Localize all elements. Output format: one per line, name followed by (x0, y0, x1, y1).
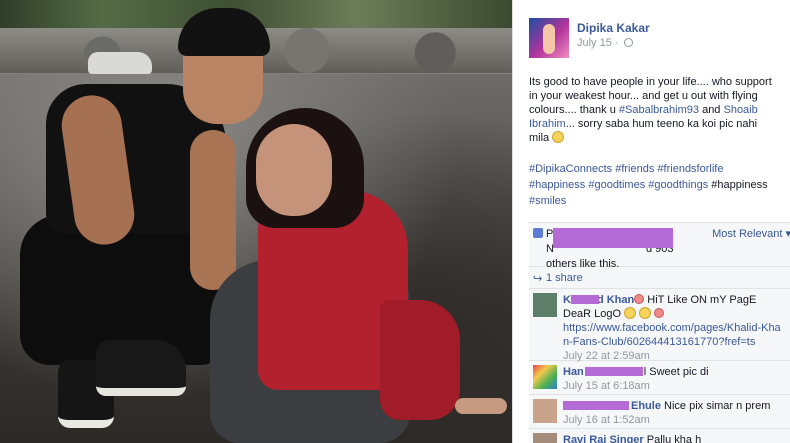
post-meta: July 15 · (577, 37, 633, 49)
shares-count[interactable]: 1 share (546, 272, 583, 284)
photo-woman-shirt-flap (380, 300, 460, 420)
commenter-avatar[interactable] (533, 399, 557, 423)
author-name[interactable]: Dipika Kakar (577, 21, 650, 35)
commenter-avatar[interactable] (533, 433, 557, 443)
hashtag-link[interactable]: #goodtimes (588, 179, 645, 191)
comment-text: l Sweet pic di (643, 366, 709, 378)
post-photo[interactable] (0, 0, 512, 443)
post-date[interactable]: July 15 · (577, 37, 619, 49)
redaction-block (585, 367, 643, 376)
shares-summary[interactable]: ↪ 1 share (529, 267, 790, 289)
comment-link[interactable]: https://www.facebook.com/pages/Khalid-Kh… (563, 322, 781, 348)
hashtag-link[interactable]: #happiness (529, 179, 585, 191)
hashtag-text: #happiness (711, 179, 768, 191)
photo-shoe-right (96, 340, 186, 396)
photo-man-arm-right (190, 130, 236, 290)
post-header: Dipika Kakar July 15 · (529, 18, 783, 58)
commenter-avatar[interactable] (533, 293, 557, 317)
like-thumb-icon (533, 228, 543, 238)
redaction-block (563, 401, 629, 410)
author-avatar[interactable] (529, 18, 569, 58)
hashtag-link[interactable]: #friends (615, 163, 654, 175)
photo-woman-hand (455, 398, 507, 414)
hashtag-link[interactable]: #friendsforlife (657, 163, 723, 175)
comment-text: Nice pix simar n prem (660, 400, 771, 412)
post-hashtags: #DipikaConnects #friends #friendsforlife… (529, 161, 779, 209)
smiley-emoji-icon (552, 131, 565, 143)
share-icon: ↪ (533, 273, 543, 285)
comment-timestamp[interactable]: July 15 at 6:18am (563, 379, 783, 393)
post-message: Its good to have people in your life....… (529, 75, 779, 145)
comment-item: Ravi Rai Singer Pallu kha h (529, 429, 790, 443)
hashtag-link[interactable]: #smiles (529, 195, 566, 207)
photo-woman-face (256, 124, 332, 216)
commenter-name[interactable]: Ravi Rai Singer (563, 434, 644, 443)
comment-item: Han l Sweet pic di July 15 at 6:18am (529, 361, 790, 395)
globe-icon (623, 38, 633, 47)
comment-body: Ravi Rai Singer Pallu kha h (563, 433, 783, 443)
hashtag-link[interactable]: #goodthings (648, 179, 708, 191)
commenter-avatar[interactable] (533, 365, 557, 389)
post-text-and: and (699, 104, 724, 116)
post-side-panel: Dipika Kakar July 15 · Its good to have … (512, 0, 790, 443)
mention-link[interactable]: #Sabalbrahim93 (619, 104, 699, 116)
likes-summary: Philip Nd 903 others like this. Most Rel… (529, 223, 790, 270)
comment-item: Ehule Nice pix simar n prem July 16 at 1… (529, 395, 790, 429)
comment-timestamp[interactable]: July 16 at 1:52am (563, 413, 783, 427)
commenter-name[interactable]: Han (563, 366, 584, 378)
reactions-and-comments: Philip Nd 903 others like this. Most Rel… (529, 222, 790, 443)
commenter-name[interactable]: Ehule (631, 400, 661, 412)
sort-comments-dropdown[interactable]: Most Relevant ▾ (712, 227, 790, 240)
hashtag-link[interactable]: #DipikaConnects (529, 163, 612, 175)
redaction-block (553, 228, 673, 248)
smiley-emoji-icon (639, 307, 652, 319)
smiley-emoji-icon (624, 307, 637, 319)
heart-emoji-icon (654, 308, 665, 318)
heart-emoji-icon (634, 294, 645, 304)
redaction-block (571, 295, 599, 304)
chevron-down-icon: ▾ (785, 228, 790, 240)
comment-text: Pallu kha h (643, 434, 702, 443)
photo-car (88, 52, 152, 74)
comment-item: Kd Khan HiT Like ON mY PagE DeaR LogO ht… (529, 289, 790, 362)
